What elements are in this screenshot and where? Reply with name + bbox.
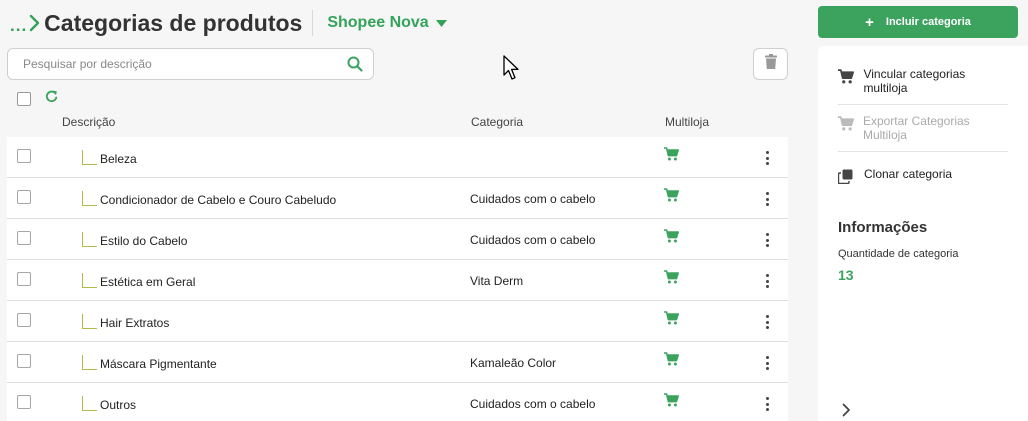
more-vertical-icon[interactable] [761, 191, 773, 207]
category-count-label: Quantidade de categoria [838, 248, 959, 260]
cart-icon [664, 311, 679, 330]
add-category-button[interactable]: + Incluir categoria [818, 6, 1018, 38]
row-description: Hair Extratos [100, 316, 170, 330]
cart-icon [838, 116, 855, 131]
row-checkbox[interactable] [17, 149, 31, 163]
cart-icon [664, 393, 679, 412]
column-header-category[interactable]: Categoria [471, 115, 523, 129]
cart-icon [664, 229, 679, 248]
more-vertical-icon[interactable] [761, 396, 773, 412]
table-row[interactable]: Máscara Pigmentante Kamaleão Color [7, 342, 788, 383]
search-input[interactable] [8, 57, 337, 71]
row-checkbox[interactable] [17, 395, 31, 409]
table-row[interactable]: Estética em Geral Vita Derm [7, 260, 788, 301]
panel-divider [838, 151, 1008, 152]
delete-button[interactable] [753, 48, 788, 80]
table-row[interactable]: Hair Extratos [7, 301, 788, 342]
cart-icon [664, 188, 679, 207]
column-header-multistore[interactable]: Multiloja [665, 115, 709, 129]
more-vertical-icon[interactable] [761, 232, 773, 248]
row-checkbox[interactable] [17, 272, 31, 286]
page-title: Categorias de produtos [44, 9, 303, 36]
clone-icon [838, 169, 856, 184]
export-multistore-label: Exportar Categorias Multiloja [862, 114, 970, 142]
row-category: Vita Derm [470, 274, 524, 288]
tree-connector [82, 191, 97, 206]
trash-icon [764, 54, 777, 74]
row-description: Beleza [100, 152, 137, 166]
row-category: Kamaleão Color [470, 356, 557, 370]
store-name: Shopee Nova [327, 14, 429, 31]
clone-category-label: Clonar categoria [864, 167, 953, 181]
mouse-cursor-icon [503, 55, 521, 86]
tree-connector [82, 355, 97, 370]
row-category: Cuidados com o cabelo [470, 192, 596, 206]
row-checkbox[interactable] [17, 190, 31, 204]
breadcrumb-ellipsis[interactable]: ... [10, 16, 27, 36]
add-category-label: Incluir categoria [885, 16, 971, 28]
tree-connector [82, 396, 97, 411]
more-vertical-icon[interactable] [761, 150, 773, 166]
search-box [7, 48, 374, 80]
cart-icon [838, 69, 855, 84]
export-multistore-button: Exportar Categorias Multiloja [838, 114, 1008, 142]
tree-connector [82, 314, 97, 329]
side-panel: Vincular categorias multiloja Exportar C… [818, 46, 1028, 421]
table-row[interactable]: Condicionador de Cabelo e Couro Cabeludo… [7, 178, 788, 219]
more-vertical-icon[interactable] [761, 314, 773, 330]
row-checkbox[interactable] [17, 231, 31, 245]
info-title: Informações [838, 219, 928, 236]
cart-icon [664, 352, 679, 371]
row-category: Cuidados com o cabelo [470, 397, 596, 411]
tree-connector [82, 150, 97, 165]
cart-icon [664, 270, 679, 289]
table-row[interactable]: Outros Cuidados com o cabelo [7, 383, 788, 421]
column-header-description[interactable]: Descrição [62, 115, 115, 129]
more-vertical-icon[interactable] [761, 355, 773, 371]
refresh-icon[interactable] [45, 90, 58, 108]
chevron-right-icon [29, 14, 40, 32]
row-checkbox[interactable] [17, 313, 31, 327]
more-vertical-icon[interactable] [761, 273, 773, 289]
category-count-value: 13 [838, 267, 854, 283]
plus-icon: + [865, 13, 874, 31]
search-icon[interactable] [337, 49, 373, 79]
clone-category-button[interactable]: Clonar categoria [838, 167, 1008, 184]
tree-connector [82, 273, 97, 288]
tree-connector [82, 232, 97, 247]
row-description: Máscara Pigmentante [100, 357, 217, 371]
select-all-checkbox[interactable] [17, 92, 31, 106]
link-multistore-button[interactable]: Vincular categorias multiloja [838, 67, 1008, 95]
categories-table: Beleza Condicionador de Cabelo e Couro C… [7, 137, 788, 421]
page-header: ... Categorias de produtos Shopee Nova [10, 6, 447, 40]
store-selector[interactable]: Shopee Nova [327, 14, 447, 32]
cart-icon [664, 147, 679, 166]
row-description: Condicionador de Cabelo e Couro Cabeludo [100, 193, 337, 207]
chevron-right-icon[interactable] [842, 403, 851, 421]
header-divider [312, 10, 314, 36]
caret-down-icon [435, 19, 447, 27]
row-description: Estética em Geral [100, 275, 196, 289]
table-row[interactable]: Estilo do Cabelo Cuidados com o cabelo [7, 219, 788, 260]
row-description: Outros [100, 398, 137, 412]
table-row[interactable]: Beleza [7, 137, 788, 178]
link-multistore-label: Vincular categorias multiloja [863, 67, 966, 95]
row-category: Cuidados com o cabelo [470, 233, 596, 247]
panel-divider [838, 104, 1008, 105]
row-checkbox[interactable] [17, 354, 31, 368]
row-description: Estilo do Cabelo [100, 234, 188, 248]
